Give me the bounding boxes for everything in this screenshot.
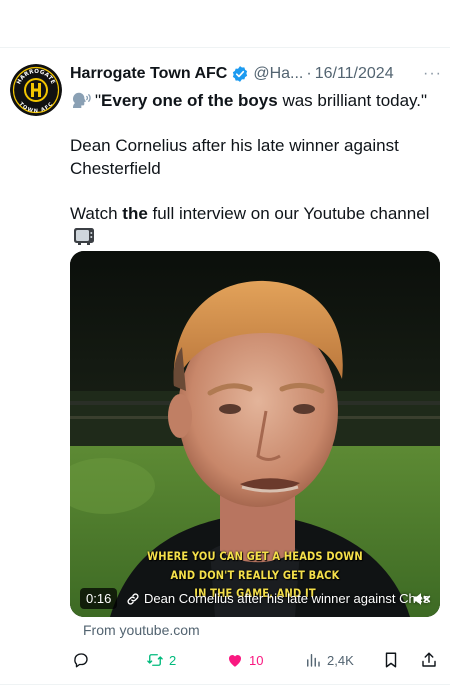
header-separator: · (306, 65, 312, 82)
share-icon (422, 652, 436, 667)
repost-button[interactable]: 2 (146, 648, 176, 672)
quote-rest: was brilliant today." (277, 91, 428, 110)
repost-count: 2 (169, 652, 177, 668)
display-name[interactable]: Harrogate Town AFC (70, 65, 227, 83)
video-duration: 0:16 (80, 588, 118, 609)
quote-line: "Every one of the boys was brilliant tod… (70, 89, 442, 112)
watch-line: Watch the full interview on our Youtube … (70, 202, 442, 248)
like-icon (228, 655, 242, 667)
quote-bold: Every one of the boys (101, 91, 278, 110)
action-bar: 2 10 2,4K (70, 648, 442, 672)
watch-bold: the (122, 204, 148, 223)
speaking-head-icon (72, 92, 91, 108)
tweet-header: Harrogate Town AFC @Ha... · 16/11/2024 ·… (70, 63, 442, 85)
views-count: 2,4K (327, 652, 354, 668)
reply-button[interactable] (72, 648, 90, 672)
user-handle[interactable]: @Ha... (253, 65, 303, 83)
video-caption-line-2: AND DON'T REALLY GET BACK (170, 568, 340, 582)
watch-post: full interview on our Youtube channel (147, 204, 430, 223)
bottom-divider (0, 684, 450, 685)
video-caption-line-1: WHERE YOU CAN GET A HEADS DOWN (147, 549, 363, 563)
post-date[interactable]: 16/11/2024 (315, 65, 394, 83)
video-title-link[interactable]: Dean Cornelius after his late winner aga… (126, 588, 429, 609)
repost-icon (147, 654, 163, 666)
like-button[interactable]: 10 (226, 648, 263, 672)
television-icon (74, 228, 94, 245)
video-player[interactable]: WHERE YOU CAN GET A HEADS DOWN AND DON'T… (70, 251, 440, 617)
video-title: Dean Cornelius after his late winner aga… (144, 591, 430, 606)
mute-button[interactable] (410, 588, 432, 610)
club-crest-icon: HARROGATE TOWN AFC (10, 64, 62, 116)
views-icon (307, 654, 320, 667)
bookmark-icon (385, 652, 397, 668)
avatar[interactable]: HARROGATE TOWN AFC (10, 64, 62, 116)
watch-pre: Watch (70, 204, 123, 223)
views-button[interactable]: 2,4K (304, 648, 354, 672)
bookmark-button[interactable] (382, 648, 400, 672)
reply-icon (74, 653, 88, 668)
more-options-button[interactable]: ··· (423, 65, 442, 83)
media-source[interactable]: From youtube.com (83, 622, 200, 638)
like-count: 10 (249, 652, 264, 668)
tweet-text: "Every one of the boys was brilliant tod… (70, 89, 442, 248)
mute-icon (413, 593, 431, 605)
top-divider (0, 47, 450, 48)
link-icon (127, 592, 139, 605)
verified-badge-icon (233, 66, 248, 82)
share-button[interactable] (420, 648, 438, 672)
description-line: Dean Cornelius after his late winner aga… (70, 136, 399, 178)
